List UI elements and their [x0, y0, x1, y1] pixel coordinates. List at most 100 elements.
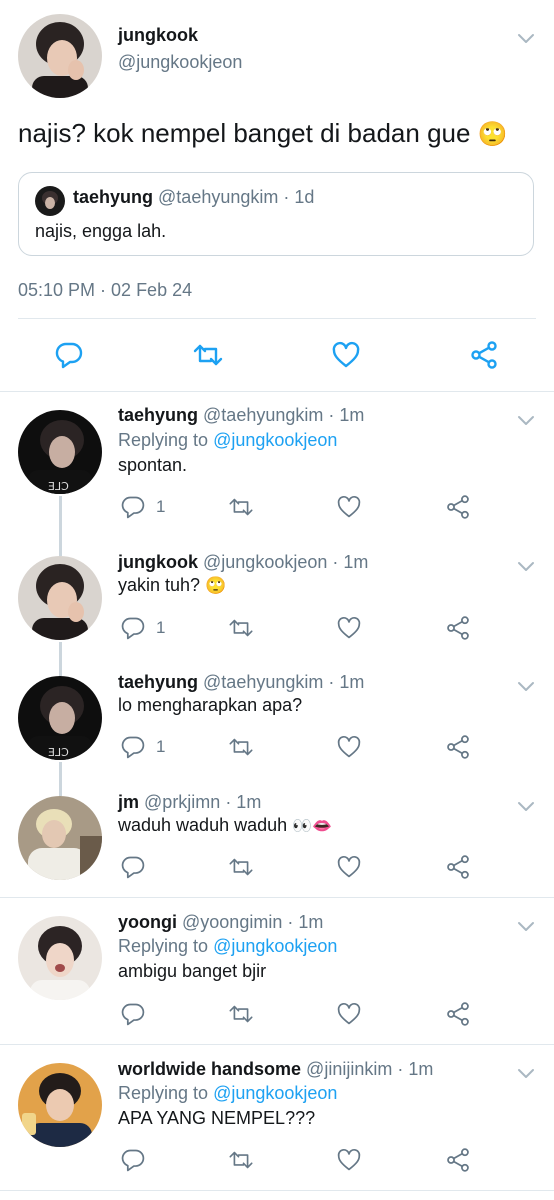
like-icon[interactable] — [336, 616, 362, 640]
share-icon[interactable] — [445, 734, 471, 760]
share-icon[interactable] — [445, 494, 471, 520]
replying-to-link[interactable]: @jungkookjeon — [213, 936, 337, 956]
reply-icon[interactable] — [54, 340, 84, 370]
replying-to: Replying to @jungkookjeon — [118, 936, 337, 957]
chevron-down-icon[interactable] — [516, 920, 536, 934]
author-meta[interactable]: @jungkookjeon · 1m — [203, 552, 368, 572]
chevron-down-icon[interactable] — [516, 1067, 536, 1081]
tweet-timestamp[interactable]: 05:10 PM · 02 Feb 24 — [18, 280, 192, 301]
retweet-icon[interactable] — [227, 1147, 255, 1173]
reply-icon[interactable] — [120, 1001, 146, 1027]
like-icon[interactable] — [331, 341, 361, 369]
reply-count: 1 — [156, 618, 166, 637]
reply-icon[interactable] — [120, 734, 146, 760]
divider — [0, 1044, 554, 1045]
share-icon[interactable] — [445, 1147, 471, 1173]
like-icon[interactable] — [336, 1002, 362, 1026]
reply-icon[interactable] — [120, 615, 146, 641]
retweet-icon[interactable] — [227, 615, 255, 641]
avatar[interactable] — [18, 916, 102, 1000]
eye-roll-emoji: 🙄 — [477, 121, 508, 148]
chevron-down-icon[interactable] — [516, 800, 536, 814]
reply-text: yakin tuh? 🙄 — [118, 575, 226, 596]
thread-line — [59, 642, 62, 676]
quote-text: najis, engga lah. — [35, 221, 167, 241]
reply-text: APA YANG NEMPEL??? — [118, 1108, 316, 1128]
reply-text: spontan. — [118, 455, 188, 475]
reply-icon[interactable] — [120, 1147, 146, 1173]
author-name[interactable]: worldwide handsome — [118, 1059, 301, 1079]
avatar[interactable]: Ǝ⅃Ɔ — [18, 676, 102, 760]
chevron-down-icon[interactable] — [516, 32, 536, 46]
replying-to-link[interactable]: @jungkookjeon — [213, 1083, 337, 1103]
tweet-text-body: najis? kok nempel banget di badan gue — [18, 118, 471, 148]
replying-to: Replying to @jungkookjeon — [118, 1083, 337, 1104]
divider — [18, 318, 536, 319]
quote-author-name: taehyung — [73, 187, 154, 207]
reply-count: 1 — [156, 497, 166, 516]
svg-text:Ǝ⅃Ɔ: Ǝ⅃Ɔ — [48, 746, 69, 759]
share-icon[interactable] — [445, 1001, 471, 1027]
share-icon[interactable] — [445, 615, 471, 641]
retweet-icon[interactable] — [227, 1001, 255, 1027]
retweet-icon[interactable] — [227, 854, 255, 880]
replying-to-prefix: Replying to — [118, 936, 214, 956]
tweet-text: najis? kok nempel banget di badan gue 🙄 — [18, 118, 508, 149]
eye-roll-emoji: 🙄 — [205, 576, 227, 595]
retweet-icon[interactable] — [191, 340, 225, 370]
avatar[interactable] — [18, 14, 102, 98]
avatar[interactable] — [18, 796, 102, 880]
avatar[interactable] — [18, 1063, 102, 1147]
retweet-icon[interactable] — [227, 734, 255, 760]
avatar[interactable] — [18, 556, 102, 640]
share-icon[interactable] — [469, 340, 499, 370]
retweet-icon[interactable] — [227, 494, 255, 520]
author-name[interactable]: jungkook — [118, 25, 198, 46]
share-icon[interactable] — [445, 854, 471, 880]
reply-icon[interactable] — [120, 854, 146, 880]
author-handle[interactable]: @jungkookjeon — [118, 52, 242, 73]
replying-to-prefix: Replying to — [118, 1083, 214, 1103]
replying-to-link[interactable]: @jungkookjeon — [213, 430, 337, 450]
author-meta[interactable]: @jinijinkim · 1m — [306, 1059, 433, 1079]
author-meta[interactable]: @prkjimn · 1m — [144, 792, 261, 812]
eyes-lips-emoji: 👀👄 — [292, 818, 332, 835]
thread-line — [59, 496, 62, 556]
reply-text: lo mengharapkan apa? — [118, 695, 303, 715]
like-icon[interactable] — [336, 495, 362, 519]
like-icon[interactable] — [336, 1148, 362, 1172]
svg-text:Ǝ⅃Ɔ: Ǝ⅃Ɔ — [48, 480, 69, 493]
reply-text: waduh waduh waduh 👀👄 — [118, 815, 332, 836]
divider — [0, 391, 554, 392]
author-name[interactable]: taehyung — [118, 672, 198, 692]
divider — [0, 1190, 554, 1191]
chevron-down-icon[interactable] — [516, 560, 536, 574]
quote-handle-time: @taehyungkim · 1d — [158, 187, 315, 207]
chevron-down-icon[interactable] — [516, 680, 536, 694]
like-icon[interactable] — [336, 855, 362, 879]
reply-header: yoongi @yoongimin · 1m — [118, 912, 323, 933]
reply-count: 1 — [156, 737, 166, 756]
reply-icon[interactable] — [120, 494, 146, 520]
chevron-down-icon[interactable] — [516, 414, 536, 428]
author-name[interactable]: jm — [118, 792, 139, 812]
author-name[interactable]: jungkook — [118, 552, 198, 572]
reply-header: taehyung @taehyungkim · 1m — [118, 672, 364, 693]
author-meta[interactable]: @taehyungkim · 1m — [203, 672, 364, 692]
author-meta[interactable]: @taehyungkim · 1m — [203, 405, 364, 425]
avatar[interactable]: Ǝ⅃Ɔ — [18, 410, 102, 494]
reply-header: jungkook @jungkookjeon · 1m — [118, 552, 368, 573]
reply-text: ambigu banget bjir — [118, 961, 267, 981]
author-name[interactable]: taehyung — [118, 405, 198, 425]
replying-to: Replying to @jungkookjeon — [118, 430, 337, 451]
author-meta[interactable]: @yoongimin · 1m — [182, 912, 323, 932]
avatar — [35, 186, 65, 216]
author-name[interactable]: yoongi — [118, 912, 177, 932]
thread-line — [59, 762, 62, 796]
quote-header: taehyung @taehyungkim · 1d — [73, 187, 314, 208]
replying-to-prefix: Replying to — [118, 430, 214, 450]
quoted-tweet-card[interactable]: taehyung @taehyungkim · 1d najis, engga … — [18, 172, 534, 256]
reply-header: jm @prkjimn · 1m — [118, 792, 261, 813]
reply-header: worldwide handsome @jinijinkim · 1m — [118, 1059, 433, 1080]
like-icon[interactable] — [336, 735, 362, 759]
